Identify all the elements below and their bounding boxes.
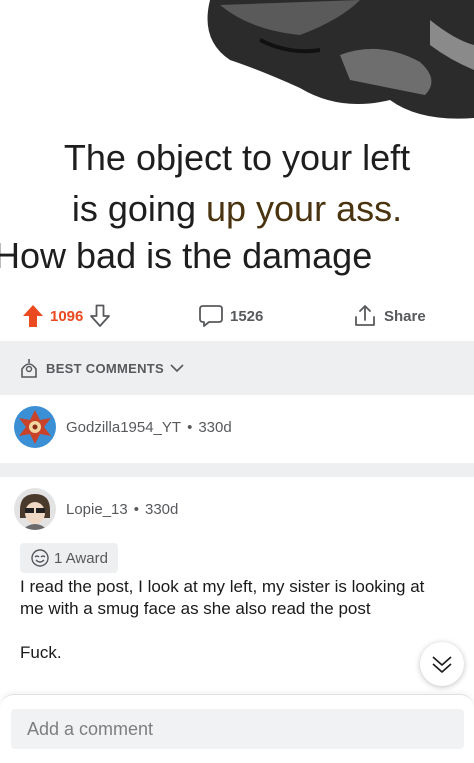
upvote-count: 1096 [50,307,84,325]
comment-header[interactable]: Godzilla1954_YT • 330d [14,406,232,448]
share-icon [355,305,375,326]
collapse-button[interactable] [420,642,464,686]
add-comment-placeholder: Add a comment [27,718,154,739]
downvote-icon[interactable] [89,304,111,328]
collapse-icon [432,656,452,673]
meme-line-1: The object to your left [63,137,411,178]
share-label: Share [384,307,426,325]
comment-count: 1526 [230,307,264,325]
award-icon [31,549,49,567]
vote-group: 1096 [22,293,111,339]
comment-age: 330d [198,418,232,436]
hand-image [207,0,474,119]
comment-icon [199,305,223,327]
share-button[interactable]: Share [352,293,432,339]
meme-line-2-start: is going [71,188,206,229]
upvote-icon[interactable] [22,304,44,328]
separator-dot: • [187,418,193,436]
avatar[interactable] [14,488,56,530]
comment-author[interactable]: Godzilla1954_YT [66,419,181,436]
add-comment-input[interactable]: Add a comment [11,709,464,749]
chevron-down-icon [170,364,184,373]
sort-label: BEST COMMENTS [46,360,165,376]
comment-author[interactable]: Lopie_13 [66,501,128,518]
comment-age: 330d [145,500,179,518]
comment-divider [0,463,474,477]
award-badge[interactable]: 1 Award [20,543,118,573]
meme-line-2-highlight: up your ass. [205,188,403,229]
comment-header[interactable]: Lopie_13 • 330d [14,488,178,530]
post-image[interactable]: The object to your left is going up your… [0,0,474,285]
comment-composer: Add a comment [0,694,474,763]
comment-body: I read the post, I look at my left, my s… [20,576,450,664]
avatar[interactable] [14,406,56,448]
post-action-bar: 1096 1526 Share [0,293,474,339]
comment-body-paragraph: I read the post, I look at my left, my s… [20,577,425,618]
separator-dot: • [133,500,139,518]
award-label: 1 Award [54,549,108,567]
comments-button[interactable]: 1526 [198,293,269,339]
comment-body-paragraph: Fuck. [20,643,62,662]
sort-icon [21,359,37,378]
comment-sort-bar[interactable]: BEST COMMENTS [0,341,474,395]
meme-line-3: How bad is the damage [0,235,373,276]
meme-line-2: is going up your ass. [0,188,474,230]
